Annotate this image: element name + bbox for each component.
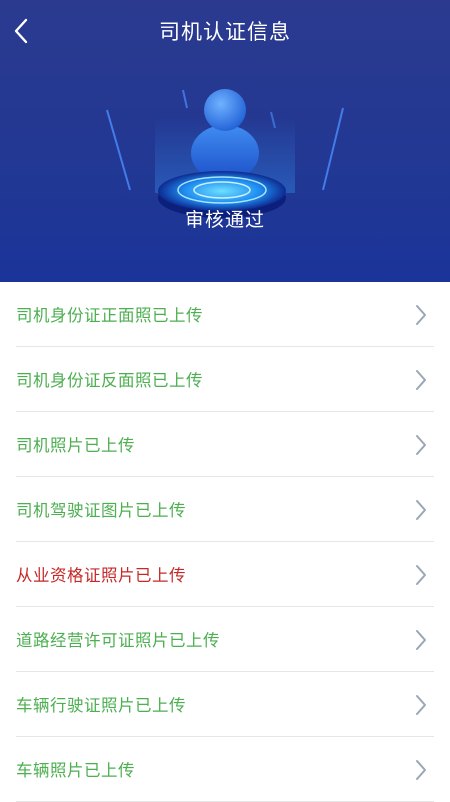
list-item-vehicle-license[interactable]: 车辆行驶证照片已上传	[16, 672, 434, 737]
list-item-label: 从业资格证照片已上传	[16, 566, 186, 585]
list-item-label: 车辆行驶证照片已上传	[16, 696, 186, 715]
list-item-id-back[interactable]: 司机身份证反面照已上传	[16, 347, 434, 412]
list-item-label: 司机驾驶证图片已上传	[16, 501, 186, 520]
chevron-right-icon	[416, 760, 426, 780]
chevron-right-icon	[416, 435, 426, 455]
list-item-label: 司机身份证反面照已上传	[16, 371, 203, 390]
list-item-road-permit[interactable]: 道路经营许可证照片已上传	[16, 607, 434, 672]
list-item-driving-license[interactable]: 司机驾驶证图片已上传	[16, 477, 434, 542]
list-item-label: 司机照片已上传	[16, 436, 135, 455]
chevron-right-icon	[416, 500, 426, 520]
list-item-label: 司机身份证正面照已上传	[16, 306, 203, 325]
list-item-label: 道路经营许可证照片已上传	[16, 631, 220, 650]
chevron-right-icon	[416, 630, 426, 650]
list-item-qualification-cert[interactable]: 从业资格证照片已上传	[16, 542, 434, 607]
top-bar: 司机认证信息	[0, 0, 450, 62]
chevron-right-icon	[416, 695, 426, 715]
header: 司机认证信息 审核通过	[0, 0, 450, 282]
list-item-id-front[interactable]: 司机身份证正面照已上传	[16, 282, 434, 347]
list-item-label: 车辆照片已上传	[16, 761, 135, 780]
list-item-vehicle-photo[interactable]: 车辆照片已上传	[16, 737, 434, 802]
page-title: 司机认证信息	[159, 20, 291, 44]
chevron-right-icon	[416, 565, 426, 585]
review-status: 审核通过	[184, 209, 265, 231]
chevron-right-icon	[416, 370, 426, 390]
list-item-driver-photo[interactable]: 司机照片已上传	[16, 412, 434, 477]
chevron-right-icon	[416, 305, 426, 325]
document-list: 司机身份证正面照已上传 司机身份证反面照已上传 司机照片已上传 司机驾驶证图片已…	[0, 282, 450, 802]
